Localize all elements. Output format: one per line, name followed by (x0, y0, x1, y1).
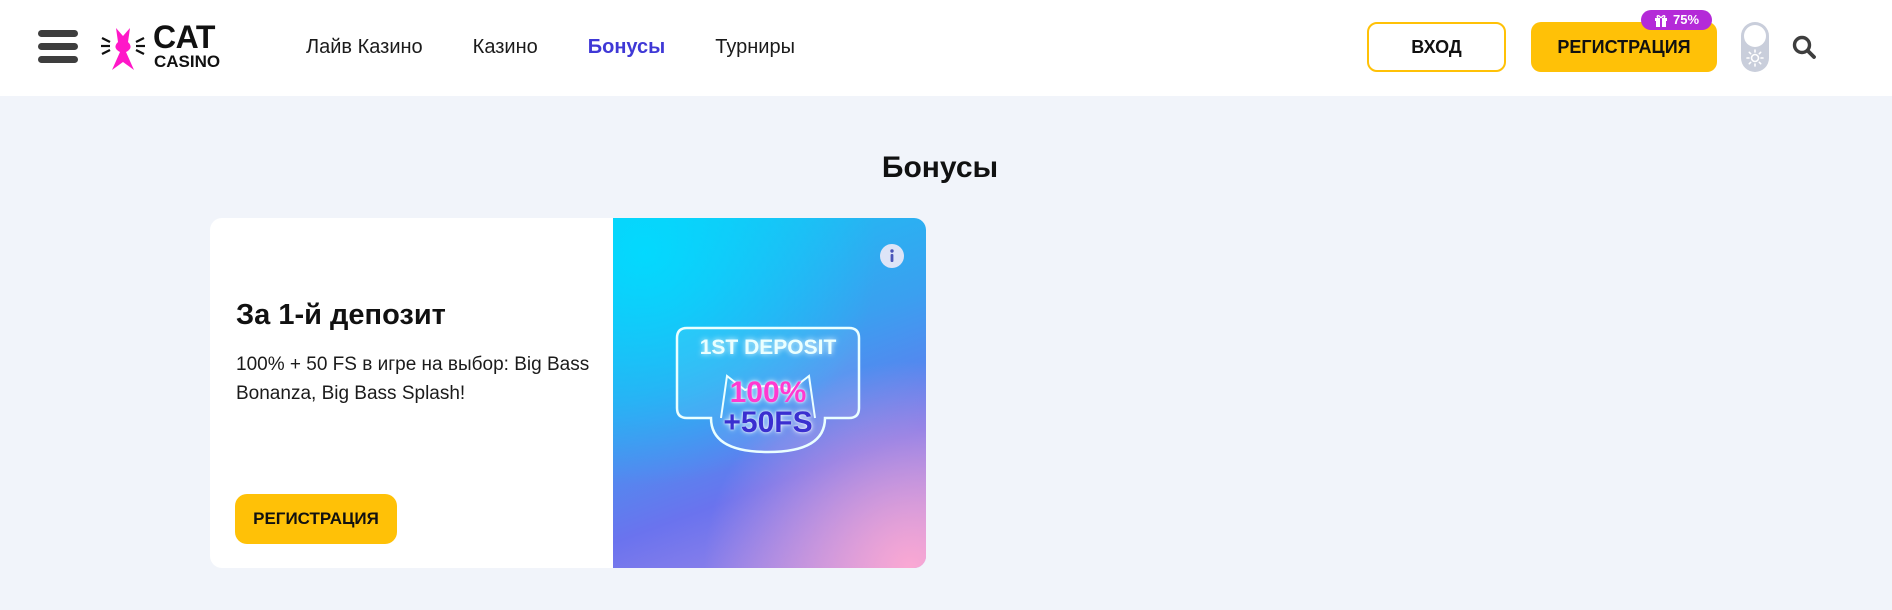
main-nav: Лайв Казино Казино Бонусы Турниры (306, 34, 795, 60)
bonus-card-image: 1ST DEPOSIT 100% +50FS (613, 218, 926, 568)
bonus-card: За 1-й депозит 100% + 50 FS в игре на вы… (210, 218, 926, 568)
bonus-card-description: 100% + 50 FS в игре на выбор: Big Bass B… (236, 354, 590, 404)
gift-icon (1654, 14, 1667, 27)
logo-text-casino: CASINO (154, 52, 221, 71)
theme-toggle-knob (1744, 25, 1766, 47)
nav-casino[interactable]: Казино (473, 34, 538, 60)
deposit-heading: 1ST DEPOSIT (699, 336, 837, 359)
page-title: Бонусы (881, 151, 999, 184)
info-icon[interactable] (879, 243, 905, 269)
deposit-graphic: 1ST DEPOSIT 100% +50FS (675, 326, 861, 456)
search-icon[interactable] (1791, 34, 1817, 60)
cat-logo-icon (101, 28, 145, 70)
sun-icon (1746, 49, 1764, 67)
register-badge-text: 75% (1672, 12, 1700, 27)
site-header: CAT CASINO Лайв Казино Казино Бонусы Тур… (0, 0, 1892, 96)
login-button[interactable]: ВХОД (1367, 22, 1506, 72)
logo-text-cat: CAT (153, 19, 215, 55)
bonus-card-title: За 1-й депозит (236, 299, 446, 331)
theme-toggle[interactable] (1741, 22, 1769, 72)
nav-tournaments[interactable]: Турниры (715, 34, 795, 60)
nav-live-casino[interactable]: Лайв Казино (306, 34, 423, 60)
menu-icon[interactable] (38, 30, 78, 66)
bonus-register-button[interactable]: РЕГИСТРАЦИЯ (235, 494, 397, 544)
nav-bonuses[interactable]: Бонусы (588, 34, 666, 60)
register-bonus-badge: 75% (1641, 10, 1712, 30)
deposit-percent: 100% (729, 376, 807, 409)
bonus-card-text: За 1-й депозит 100% + 50 FS в игре на вы… (236, 298, 606, 408)
logo[interactable]: CAT CASINO (100, 20, 230, 76)
deposit-free-spins: +50FS (723, 406, 813, 439)
